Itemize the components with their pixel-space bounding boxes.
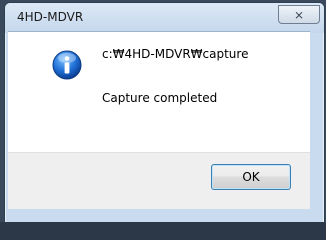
close-button[interactable]: ⨯ [278, 5, 320, 24]
window-title: 4HD-MDVR [17, 10, 84, 24]
message-text: Capture completed [102, 91, 218, 105]
ok-button[interactable]: OK [211, 164, 291, 190]
title-bar[interactable]: 4HD-MDVR ⨯ [5, 3, 324, 33]
close-icon: ⨯ [293, 7, 305, 22]
path-text: c:₩4HD-MDVR₩capture [102, 47, 249, 61]
desktop-background [0, 222, 326, 240]
info-icon [52, 50, 82, 80]
